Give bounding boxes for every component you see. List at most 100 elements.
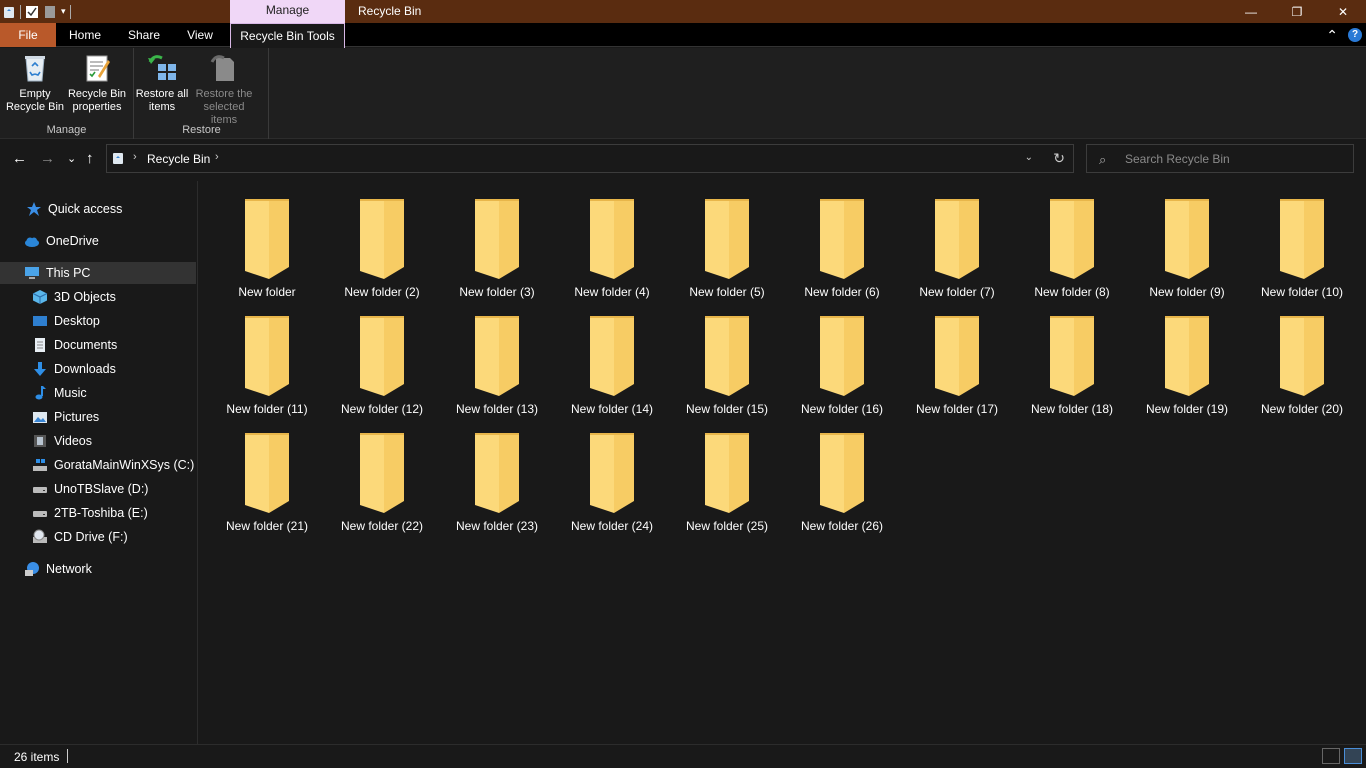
folder-item[interactable]: New folder (7) xyxy=(901,181,1013,299)
details-view-button[interactable] xyxy=(1322,748,1340,764)
folder-item[interactable]: New folder (6) xyxy=(786,181,898,299)
folder-item[interactable]: New folder (15) xyxy=(671,298,783,416)
nav-drive-c[interactable]: GorataMainWinXSys (C:) xyxy=(0,454,196,476)
folder-item[interactable]: New folder (23) xyxy=(441,415,553,533)
nav-quick-access[interactable]: Quick access xyxy=(0,198,196,220)
large-icons-view-button[interactable] xyxy=(1344,748,1362,764)
folder-item[interactable]: New folder (12) xyxy=(326,298,438,416)
tab-view[interactable]: View xyxy=(174,23,226,47)
folder-item[interactable]: New folder (2) xyxy=(326,181,438,299)
folder-item[interactable]: New folder (16) xyxy=(786,298,898,416)
nav-network[interactable]: Network xyxy=(0,558,196,580)
nav-videos[interactable]: Videos xyxy=(0,430,196,452)
document-icon xyxy=(32,337,48,353)
new-folder-icon[interactable] xyxy=(43,5,57,19)
help-icon[interactable]: ? xyxy=(1348,28,1362,42)
minimize-button[interactable]: — xyxy=(1228,0,1274,23)
nav-documents[interactable]: Documents xyxy=(0,334,196,356)
folder-name: New folder (20) xyxy=(1260,402,1344,416)
view-switcher xyxy=(1322,748,1362,764)
recycle-bin-small-icon[interactable] xyxy=(2,5,16,19)
folder-item[interactable]: New folder (14) xyxy=(556,298,668,416)
nav-drive-d[interactable]: UnoTBSlave (D:) xyxy=(0,478,196,500)
folder-icon xyxy=(1159,314,1215,398)
folder-item[interactable]: New folder (17) xyxy=(901,298,1013,416)
folder-item[interactable]: New folder (22) xyxy=(326,415,438,533)
properties-label: Recycle Bin properties xyxy=(67,88,127,113)
nav-3d-objects[interactable]: 3D Objects xyxy=(0,286,196,308)
restore-selected-label: Restore the selected items xyxy=(195,88,253,126)
nav-drive-f[interactable]: CD Drive (F:) xyxy=(0,526,196,548)
empty-recycle-bin-button[interactable]: Empty Recycle Bin xyxy=(4,52,66,114)
forward-button[interactable]: → xyxy=(40,151,55,167)
close-button[interactable]: ✕ xyxy=(1320,0,1366,23)
properties-check-icon[interactable] xyxy=(25,5,39,19)
folder-name: New folder (25) xyxy=(685,519,769,533)
folder-item[interactable]: New folder (25) xyxy=(671,415,783,533)
nav-this-pc[interactable]: This PC xyxy=(0,262,196,284)
search-box[interactable]: ⌕ xyxy=(1086,144,1354,173)
folder-item[interactable]: New folder (26) xyxy=(786,415,898,533)
nav-label: Network xyxy=(46,562,92,576)
tab-file[interactable]: File xyxy=(0,23,56,47)
nav-drive-e[interactable]: 2TB-Toshiba (E:) xyxy=(0,502,196,524)
nav-desktop[interactable]: Desktop xyxy=(0,310,196,332)
folder-name: New folder (6) xyxy=(804,285,880,299)
folder-item[interactable]: New folder (8) xyxy=(1016,181,1128,299)
address-bar[interactable]: › Recycle Bin › ⌄ ↻ xyxy=(106,144,1074,173)
folder-item[interactable]: New folder (20) xyxy=(1246,298,1358,416)
up-button[interactable]: ↑ xyxy=(86,151,94,167)
tab-recycle-bin-tools[interactable]: Recycle Bin Tools xyxy=(230,23,345,48)
folder-item[interactable]: New folder (18) xyxy=(1016,298,1128,416)
folder-item[interactable]: New folder (10) xyxy=(1246,181,1358,299)
restore-all-icon xyxy=(146,52,178,84)
maximize-button[interactable]: ❐ xyxy=(1274,0,1320,23)
address-dropdown-icon[interactable]: ⌄ xyxy=(1025,152,1033,163)
folder-name: New folder (5) xyxy=(689,285,765,299)
folder-item[interactable]: New folder (5) xyxy=(671,181,783,299)
recycle-bin-properties-button[interactable]: Recycle Bin properties xyxy=(66,52,128,114)
qat-divider xyxy=(20,4,21,19)
folder-name: New folder (22) xyxy=(340,519,424,533)
folder-icon xyxy=(354,314,410,398)
picture-icon xyxy=(32,409,48,425)
tab-home[interactable]: Home xyxy=(58,23,112,47)
folder-name: New folder (11) xyxy=(226,402,308,416)
context-tab-header: Manage xyxy=(230,0,345,23)
folder-item[interactable]: New folder xyxy=(211,181,323,299)
refresh-icon[interactable]: ↻ xyxy=(1053,150,1065,167)
back-button[interactable]: ← xyxy=(12,151,27,167)
recent-locations-button[interactable]: ⌄ xyxy=(67,151,76,167)
breadcrumb-separator[interactable]: › xyxy=(133,151,137,163)
folder-item[interactable]: New folder (4) xyxy=(556,181,668,299)
breadcrumb-separator[interactable]: › xyxy=(215,151,219,163)
cube-icon xyxy=(32,289,48,305)
nav-pictures[interactable]: Pictures xyxy=(0,406,196,428)
folder-name: New folder (15) xyxy=(685,402,769,416)
nav-onedrive[interactable]: OneDrive xyxy=(0,230,196,252)
folder-item[interactable]: New folder (9) xyxy=(1131,181,1243,299)
folder-item[interactable]: New folder (11) xyxy=(211,298,323,416)
folder-name: New folder (2) xyxy=(344,285,420,299)
folder-item[interactable]: New folder (24) xyxy=(556,415,668,533)
folder-item[interactable]: New folder (3) xyxy=(441,181,553,299)
breadcrumb-recycle-bin[interactable]: Recycle Bin xyxy=(147,152,210,166)
folder-item[interactable]: New folder (13) xyxy=(441,298,553,416)
search-input[interactable] xyxy=(1125,149,1345,169)
folder-icon xyxy=(469,431,525,515)
folder-icon xyxy=(469,314,525,398)
collapse-ribbon-icon[interactable]: ⌃ xyxy=(1326,27,1338,44)
restore-selected-items-button[interactable]: Restore the selected items xyxy=(191,52,257,127)
nav-music[interactable]: Music xyxy=(0,382,196,404)
restore-all-items-button[interactable]: Restore all items xyxy=(131,52,193,114)
folder-item[interactable]: New folder (19) xyxy=(1131,298,1243,416)
nav-downloads[interactable]: Downloads xyxy=(0,358,196,380)
qat-customize-icon[interactable]: ▾ xyxy=(61,6,66,17)
nav-label: UnoTBSlave (D:) xyxy=(54,482,149,496)
tab-share[interactable]: Share xyxy=(116,23,172,47)
nav-label: Music xyxy=(54,386,87,400)
folder-icon xyxy=(1159,197,1215,281)
folder-icon xyxy=(699,197,755,281)
folder-item[interactable]: New folder (21) xyxy=(211,415,323,533)
computer-icon xyxy=(24,265,40,281)
